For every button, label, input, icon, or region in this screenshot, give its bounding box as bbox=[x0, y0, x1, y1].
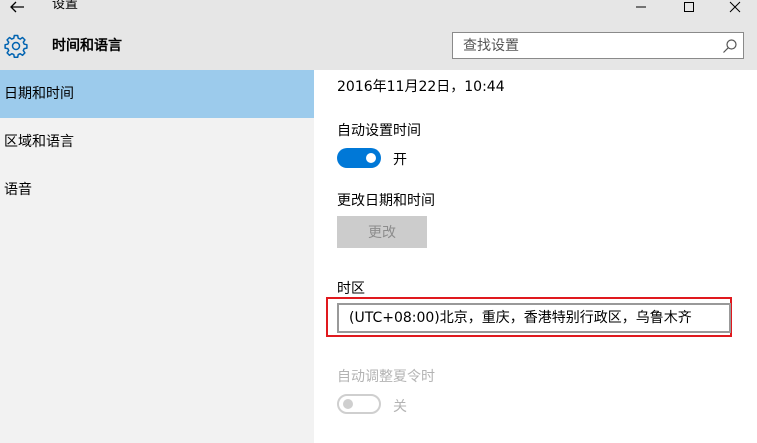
sidebar-item-region-language[interactable]: 区域和语言 bbox=[0, 118, 314, 166]
main-content: 2016年11月22日，10:44 自动设置时间 开 更改日期和时间 更改 时区… bbox=[314, 70, 757, 443]
search-box[interactable] bbox=[452, 32, 744, 59]
timezone-label: 时区 bbox=[337, 281, 365, 297]
auto-time-state: 开 bbox=[393, 152, 407, 168]
back-button[interactable] bbox=[0, 0, 34, 14]
auto-time-toggle[interactable] bbox=[337, 148, 381, 168]
dst-state: 关 bbox=[393, 399, 407, 415]
change-datetime-button[interactable]: 更改 bbox=[337, 216, 427, 248]
maximize-icon bbox=[684, 2, 694, 12]
sidebar: 日期和时间 区域和语言 语音 bbox=[0, 70, 314, 443]
search-input[interactable] bbox=[463, 36, 713, 56]
close-button[interactable] bbox=[712, 0, 757, 14]
toggle-knob bbox=[366, 153, 376, 163]
window-title: 设置 bbox=[52, 0, 79, 12]
minimize-button[interactable] bbox=[618, 0, 664, 14]
app-header: 时间和语言 bbox=[0, 22, 757, 70]
change-datetime-label: 更改日期和时间 bbox=[337, 193, 435, 209]
search-icon[interactable] bbox=[722, 38, 738, 54]
dst-toggle[interactable] bbox=[337, 394, 381, 414]
current-datetime: 2016年11月22日，10:44 bbox=[337, 79, 505, 95]
timezone-dropdown[interactable]: (UTC+08:00)北京，重庆，香港特别行政区，乌鲁木齐 bbox=[337, 303, 731, 333]
maximize-button[interactable] bbox=[666, 0, 712, 14]
close-icon bbox=[729, 1, 741, 13]
sidebar-item-date-time[interactable]: 日期和时间 bbox=[0, 70, 314, 118]
page-title: 时间和语言 bbox=[52, 38, 122, 54]
dst-label: 自动调整夏令时 bbox=[337, 369, 435, 385]
gear-icon bbox=[4, 34, 28, 58]
title-bar: 设置 bbox=[0, 0, 757, 22]
arrow-left-icon bbox=[10, 1, 24, 13]
minimize-icon bbox=[636, 6, 646, 8]
toggle-knob bbox=[343, 399, 353, 409]
sidebar-item-speech[interactable]: 语音 bbox=[0, 166, 314, 214]
auto-time-label: 自动设置时间 bbox=[337, 123, 421, 139]
